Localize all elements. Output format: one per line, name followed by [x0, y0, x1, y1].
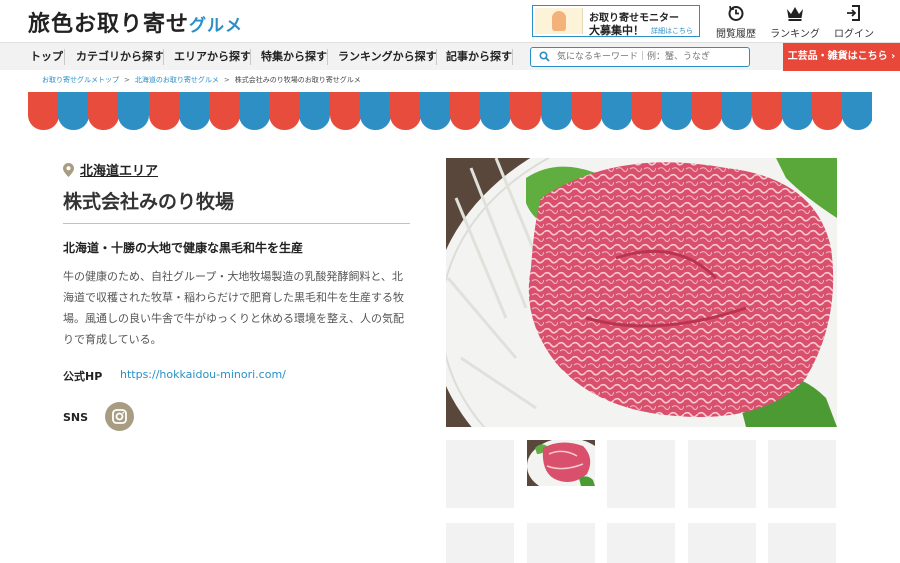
logo-accent-text: グルメ — [189, 16, 244, 36]
search-input[interactable] — [557, 50, 745, 64]
company-name: 株式会社みのり牧場 — [63, 191, 235, 213]
official-hp-link[interactable]: https://hokkaidou-minori.com/ — [120, 368, 286, 381]
breadcrumb: お取り寄せグルメトップ > 北海道のお取り寄せグルメ > 株式会社みのり牧場のお取り寄せ… — [42, 75, 361, 85]
pin-icon — [63, 163, 74, 177]
awning-scallop — [58, 92, 90, 130]
login-label: ログイン — [834, 29, 874, 40]
monitor-detail-link[interactable]: 詳細はこちら — [651, 26, 693, 36]
thumbnail-photo — [527, 438, 607, 494]
main-product-photo — [446, 158, 837, 427]
awning-scallop — [389, 92, 421, 130]
login-icon — [847, 5, 860, 21]
search-box — [530, 47, 750, 67]
thumbnail-slot[interactable] — [607, 523, 675, 563]
nav-divider — [327, 49, 328, 65]
awning-scallop — [419, 92, 451, 130]
area-link[interactable]: 北海道エリア — [63, 160, 158, 179]
instagram-button[interactable] — [105, 402, 134, 431]
awning-scallop — [510, 92, 542, 130]
nav-item-area[interactable]: エリアから探す — [170, 43, 255, 70]
awning-scallop — [570, 92, 602, 130]
nav-item-articles[interactable]: 記事から探す — [442, 43, 516, 70]
instagram-icon — [112, 409, 127, 424]
awning-scallop — [751, 92, 783, 130]
awning-scallop — [480, 92, 512, 130]
nav-divider — [163, 49, 164, 65]
nav-divider — [512, 49, 513, 65]
thumbnail-slot[interactable] — [688, 523, 756, 563]
thumbnail-slot[interactable] — [446, 523, 514, 563]
breadcrumb-separator: > — [124, 76, 130, 84]
history-label: 閲覧履歴 — [716, 29, 756, 40]
awning-scallop — [329, 92, 361, 130]
awning-scallop — [540, 92, 572, 130]
breadcrumb-current: 株式会社みのり牧場のお取り寄せグルメ — [234, 76, 361, 84]
global-nav: トップ カテゴリから探す エリアから探す 特集から探す ランキングから探す 記事… — [0, 42, 900, 71]
search-icon[interactable] — [539, 51, 550, 62]
shop-catchphrase: 北海道・十勝の大地で健康な黒毛和牛を生産 — [63, 241, 304, 255]
awning-scallop — [721, 92, 753, 130]
breadcrumb-home[interactable]: お取り寄せグルメトップ — [42, 76, 119, 84]
awning-scallop — [811, 92, 843, 130]
awning-scallop — [28, 92, 59, 130]
nav-divider — [64, 49, 65, 65]
crown-icon — [787, 7, 803, 21]
nav-item-category[interactable]: カテゴリから探す — [72, 43, 168, 70]
awning-scallop — [450, 92, 482, 130]
awning-decoration — [28, 92, 872, 130]
thumbnail-slot[interactable] — [768, 440, 836, 508]
awning-scallop — [781, 92, 813, 130]
crafts-link-button[interactable]: 工芸品・雑貨はこちら › — [783, 43, 900, 71]
ranking-label: ランキング — [770, 29, 820, 40]
title-divider — [63, 223, 410, 224]
awning-scallop — [239, 92, 271, 130]
awning-scallop — [359, 92, 391, 130]
awning-scallop — [178, 92, 210, 130]
thumbnail-selected[interactable] — [527, 438, 607, 508]
thumbnail-slot[interactable] — [607, 440, 675, 508]
awning-scallop — [269, 92, 301, 130]
history-icon — [728, 5, 744, 21]
login-button[interactable]: ログイン — [824, 4, 884, 40]
awning-scallop — [842, 92, 872, 130]
awning-scallop — [88, 92, 120, 130]
sns-label: SNS — [63, 411, 89, 424]
breadcrumb-separator: > — [223, 76, 230, 84]
logo-main-text: 旅色お取り寄せ — [28, 12, 190, 37]
shop-description: 牛の健康のため、自社グループ・大地牧場製造の乳酸発酵飼料と、北海道で収穫された牧… — [63, 270, 404, 346]
awning-scallop — [208, 92, 240, 130]
breadcrumb-hokkaido[interactable]: 北海道のお取り寄せグルメ — [135, 76, 219, 84]
nav-divider — [436, 49, 437, 65]
awning-scallop — [299, 92, 331, 130]
thumbnail-slot[interactable] — [527, 523, 595, 563]
site-logo[interactable]: 旅色お取り寄せグルメ — [28, 6, 243, 38]
thumbnail-slot[interactable] — [446, 440, 514, 508]
monitor-recruit-banner[interactable]: お取り寄せモニター 大募集中！ 詳細はこちら — [532, 5, 700, 37]
site-header: 旅色お取り寄せグルメ お取り寄せモニター 大募集中！ 詳細はこちら 閲覧履歴 ラ… — [0, 0, 900, 42]
awning-scallop — [631, 92, 662, 130]
history-button[interactable]: 閲覧履歴 — [706, 4, 766, 40]
monitor-illustration — [535, 8, 583, 34]
thumbnail-slot[interactable] — [688, 440, 756, 508]
awning-scallop — [661, 92, 693, 130]
awning-scallop — [148, 92, 180, 130]
nav-item-feature[interactable]: 特集から探す — [257, 43, 331, 70]
awning-scallop — [118, 92, 150, 130]
thumbnail-slot[interactable] — [768, 523, 836, 563]
nav-divider — [250, 49, 251, 65]
ranking-button[interactable]: ランキング — [765, 4, 825, 40]
area-label: 北海道エリア — [80, 164, 159, 179]
awning-scallop — [600, 92, 632, 130]
monitor-line2: 大募集中！ — [589, 24, 644, 37]
nav-item-top[interactable]: トップ — [26, 43, 67, 70]
official-hp-label: 公式HP — [63, 370, 103, 383]
nav-item-ranking[interactable]: ランキングから探す — [334, 43, 441, 70]
awning-scallop — [691, 92, 723, 130]
